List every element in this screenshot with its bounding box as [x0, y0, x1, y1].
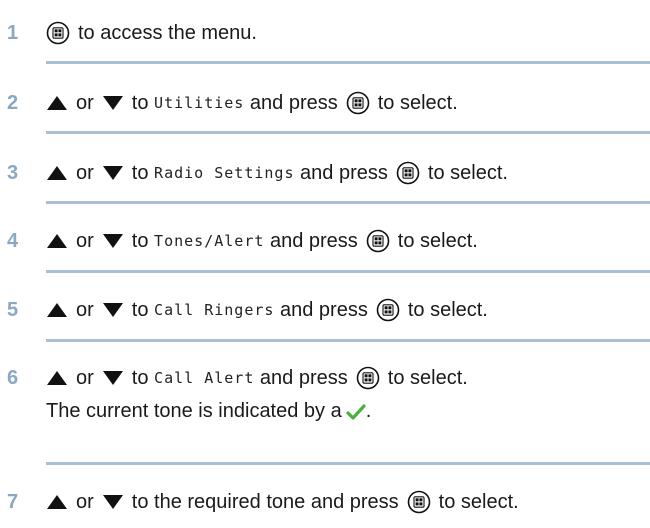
step-3: 3 or to Radio Settings and press to sele…: [0, 158, 650, 188]
to-text: to: [131, 366, 149, 389]
or-text: or: [76, 229, 94, 252]
divider: [46, 339, 650, 342]
down-arrow-icon: [102, 166, 123, 180]
press-text: and press: [310, 490, 399, 513]
step-number: 2: [7, 91, 19, 114]
divider: [46, 462, 650, 465]
divider: [46, 270, 650, 273]
menu-ok-button-icon: [366, 229, 390, 253]
up-arrow-icon: [47, 371, 67, 385]
note-end: .: [365, 400, 372, 422]
select-text: to select.: [387, 366, 468, 389]
menu-ok-button-icon: [346, 91, 370, 115]
up-arrow-icon: [47, 234, 67, 248]
down-arrow-icon: [102, 234, 123, 248]
step-4: 4 or to Tones/Alert and press to select.: [0, 226, 650, 256]
to-text: to: [131, 91, 149, 114]
menu-item-label: Call Ringers: [154, 301, 275, 319]
step-number: 3: [7, 161, 19, 184]
note-text: The current tone is indicated by a: [46, 400, 342, 422]
select-text: to select.: [427, 161, 508, 184]
press-text: and press: [269, 229, 358, 252]
select-text: to select.: [377, 91, 458, 114]
step-number: 1: [7, 21, 19, 44]
menu-item-label: Call Alert: [154, 369, 255, 387]
checkmark-icon: [346, 403, 366, 420]
up-arrow-icon: [47, 495, 67, 509]
divider: [46, 61, 650, 64]
down-arrow-icon: [102, 96, 123, 110]
divider: [46, 201, 650, 204]
step-number: 7: [7, 490, 19, 513]
menu-item-label: Radio Settings: [154, 164, 295, 182]
or-text: or: [76, 298, 94, 321]
up-arrow-icon: [47, 96, 67, 110]
to-text: to: [131, 229, 149, 252]
select-text: to select.: [407, 298, 488, 321]
to-text: to: [131, 161, 149, 184]
to-text: to the required tone: [131, 490, 306, 513]
divider: [46, 131, 650, 134]
step-5: 5 or to Call Ringers and press to select…: [0, 295, 650, 325]
step-3-content: or to Radio Settings and press to select…: [46, 161, 508, 185]
or-text: or: [76, 91, 94, 114]
press-text: and press: [259, 366, 348, 389]
to-text: to: [131, 298, 149, 321]
step-number: 6: [7, 366, 19, 389]
menu-ok-button-icon: [407, 490, 431, 514]
up-arrow-icon: [47, 166, 67, 180]
down-arrow-icon: [102, 303, 123, 317]
step-2: 2 or to Utilities and press to select.: [0, 88, 650, 118]
menu-ok-button-icon: [376, 298, 400, 322]
step-number: 5: [7, 298, 19, 321]
step-1-content: to access the menu.: [46, 21, 257, 45]
step-6: 6 or to Call Alert and press to select.: [0, 363, 650, 393]
select-text: to select.: [438, 490, 519, 513]
step-2-content: or to Utilities and press to select.: [46, 91, 458, 115]
or-text: or: [76, 161, 94, 184]
menu-item-label: Utilities: [154, 94, 245, 112]
menu-ok-button-icon: [46, 21, 70, 45]
press-text: and press: [300, 161, 388, 184]
step-7-content: or to the required tone and press to sel…: [46, 490, 519, 514]
or-text: or: [76, 366, 94, 389]
press-text: and press: [249, 91, 338, 114]
down-arrow-icon: [102, 495, 123, 509]
step-7: 7 or to the required tone and press to s…: [0, 487, 650, 517]
or-text: or: [76, 490, 94, 513]
menu-item-label: Tones/Alert: [154, 232, 265, 250]
up-arrow-icon: [47, 303, 67, 317]
step-6-content: or to Call Alert and press to select.: [46, 366, 468, 390]
down-arrow-icon: [102, 371, 123, 385]
menu-ok-button-icon: [396, 161, 420, 185]
step-1: 1 to access the menu.: [0, 18, 650, 48]
step-4-content: or to Tones/Alert and press to select.: [46, 229, 478, 253]
menu-ok-button-icon: [356, 366, 380, 390]
tone-note: The current tone is indicated by a .: [46, 400, 371, 423]
select-text: to select.: [397, 229, 478, 252]
press-text: and press: [279, 298, 368, 321]
step-number: 4: [7, 229, 19, 252]
step-text: to access the menu.: [78, 21, 257, 44]
step-5-content: or to Call Ringers and press to select.: [46, 298, 488, 322]
